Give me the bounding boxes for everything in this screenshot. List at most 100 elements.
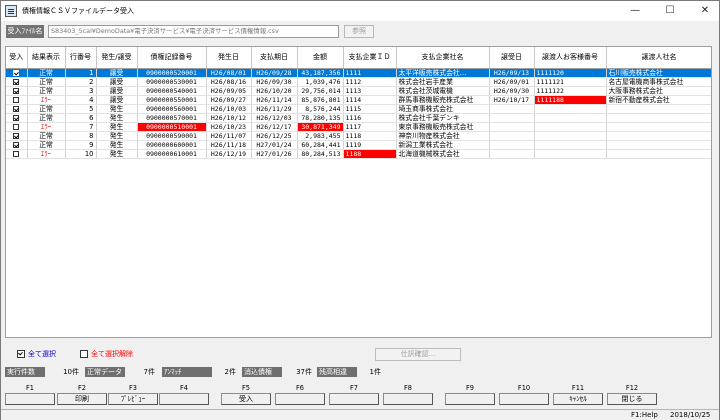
cell-assign-date: H26/09/30 xyxy=(489,86,535,96)
column-header[interactable]: 受入 xyxy=(6,47,28,69)
cell-line: 4 xyxy=(65,95,97,105)
cell-line: 7 xyxy=(65,122,97,132)
checkbox-icon[interactable] xyxy=(13,96,20,103)
stat-value-unmatched: 2件 xyxy=(224,368,236,376)
column-header[interactable]: 支払企業ＩＤ xyxy=(343,47,397,69)
data-grid[interactable]: 受入 結果表示 行番号 発生/譲受 債権記録番号 発生日 支払期日 金額 支払企業ＩＤ 支払企業社… xyxy=(5,46,712,338)
cell-type: 発生 xyxy=(96,140,138,150)
table-row[interactable]: 正常 2 譲受 0900000530001 H26/08/16 H26/09/30 1,03… xyxy=(6,77,711,87)
cell-issue: H26/12/19 xyxy=(206,149,252,159)
cell-due: H26/10/20 xyxy=(251,86,298,96)
column-header[interactable]: 支払期日 xyxy=(251,47,298,69)
checkbox-icon[interactable] xyxy=(13,123,20,130)
browse-button[interactable]: 参照 xyxy=(344,25,374,38)
stat-label-balance-diff: 残高相違 xyxy=(317,367,357,377)
cell-record: 0900000540001 xyxy=(137,86,207,96)
maximize-icon[interactable]: ☐ xyxy=(656,1,684,21)
checkbox-icon[interactable] xyxy=(13,132,20,139)
fkey-button-f6[interactable] xyxy=(275,393,325,405)
checkbox-icon[interactable] xyxy=(80,350,88,358)
checkbox-icon[interactable] xyxy=(13,105,20,112)
column-header[interactable]: 譲受日 xyxy=(489,47,535,69)
cell-amount: 78,280,135 xyxy=(297,113,344,123)
fkey-button-f7[interactable] xyxy=(329,393,379,405)
table-row[interactable]: 正常 5 発生 0900000560001 H26/10/03 H26/11/29 8,57… xyxy=(6,104,711,114)
cell-assignor-no xyxy=(534,122,607,132)
checkbox-icon[interactable] xyxy=(13,114,20,121)
cell-due: H27/01/24 xyxy=(251,140,298,150)
fkey-button-f11[interactable]: ｷｬﾝｾﾙ xyxy=(553,393,603,405)
column-header[interactable]: 債権記録番号 xyxy=(137,47,207,69)
cell-line: 1 xyxy=(65,68,97,78)
row-accept-cell xyxy=(6,95,28,105)
column-header[interactable]: 譲渡人お客様番号 xyxy=(534,47,607,69)
row-accept-cell xyxy=(6,68,28,78)
cell-due: H26/11/29 xyxy=(251,104,298,114)
table-row[interactable]: 正常 3 譲受 0900000540001 H26/09/05 H26/10/20 29,7… xyxy=(6,86,711,96)
cell-assignor: 名古屋電機商事株式会社 xyxy=(606,77,711,87)
cell-line: 9 xyxy=(65,140,97,150)
fkey-button-f2[interactable]: 印刷 xyxy=(57,393,107,405)
app-icon xyxy=(5,5,17,17)
close-icon[interactable]: ✕ xyxy=(691,1,719,21)
fkey-button-f4[interactable] xyxy=(159,393,209,405)
fkey-button-f8[interactable] xyxy=(383,393,433,405)
cell-line: 8 xyxy=(65,131,97,141)
stat-label-normal: 正常データ xyxy=(85,367,125,377)
table-row[interactable]: 正常 8 発生 0900000590001 H26/11/07 H26/12/25 2,98… xyxy=(6,131,711,141)
column-header[interactable]: 支払企業社名 xyxy=(396,47,490,69)
stat-value-normal: 7件 xyxy=(143,368,155,376)
fkey-button-f3[interactable]: ﾌﾟﾚﾋﾞｭｰ xyxy=(108,393,158,405)
cell-assignor-no xyxy=(534,131,607,141)
fkey-button-f9[interactable] xyxy=(445,393,495,405)
cell-line: 6 xyxy=(65,113,97,123)
cell-payer-id: 1117 xyxy=(343,122,397,132)
minimize-icon[interactable]: — xyxy=(621,1,649,21)
column-header[interactable]: 行番号 xyxy=(65,47,97,69)
fkey-button-f10[interactable] xyxy=(499,393,549,405)
column-header[interactable]: 発生/譲受 xyxy=(96,47,138,69)
journal-confirm-button[interactable]: 仕訳確認... xyxy=(375,348,461,361)
column-header[interactable]: 発生日 xyxy=(206,47,252,69)
cell-type: 発生 xyxy=(96,113,138,123)
checkbox-icon[interactable] xyxy=(17,350,25,358)
cell-payer: 新潟工業株式会社 xyxy=(396,140,490,150)
status-date: 2018/10/25 xyxy=(670,411,711,419)
cell-payer: 太平洋販売株式会社… xyxy=(396,68,490,78)
file-path-input[interactable]: S83403_5cal¥DemoData¥電子決済サービス¥電子決済サービス債権… xyxy=(48,25,339,38)
stat-label-unmatched: ｱﾝﾏｯﾁ xyxy=(162,367,212,377)
checkbox-icon[interactable] xyxy=(13,69,20,76)
checkbox-icon[interactable] xyxy=(13,78,20,85)
deselect-all-label: 全て選択解除 xyxy=(91,350,133,358)
cell-assignor-no: 1111122 xyxy=(534,86,607,96)
checkbox-icon[interactable] xyxy=(13,150,20,157)
cell-assignor-no: 1111188 xyxy=(534,95,607,105)
table-row[interactable]: 正常 1 譲受 0900000520001 H26/08/01 H26/09/28 43,1… xyxy=(6,68,711,78)
row-accept-cell xyxy=(6,77,28,87)
cell-record: 0900000610001 xyxy=(137,149,207,159)
stat-value-balance-diff: 1件 xyxy=(369,368,381,376)
cell-type: 譲受 xyxy=(96,68,138,78)
cell-type: 譲受 xyxy=(96,86,138,96)
deselect-all-checkbox[interactable]: 全て選択解除 xyxy=(80,349,133,359)
table-row[interactable]: ｴﾗｰ 7 発生 0900000510001 H26/10/23 H26/12/17 30,… xyxy=(6,122,711,132)
table-row[interactable]: 正常 9 発生 0900000600001 H26/11/18 H27/01/24 60,2… xyxy=(6,140,711,150)
table-row[interactable]: 正常 6 発生 0900000570001 H26/10/12 H26/12/03 78,2… xyxy=(6,113,711,123)
column-header[interactable]: 譲渡人社名 xyxy=(606,47,711,69)
fkey-button-f5[interactable]: 受入 xyxy=(221,393,271,405)
select-all-checkbox[interactable]: 全て選択 xyxy=(17,349,56,359)
cell-assignor xyxy=(606,140,711,150)
fkey-number: F6 xyxy=(296,384,304,392)
cell-assign-date xyxy=(489,122,535,132)
table-row[interactable]: ｴﾗｰ 10 発生 0900000610001 H26/12/19 H27/01/26 80… xyxy=(6,149,711,159)
cell-assign-date xyxy=(489,140,535,150)
column-header[interactable]: 金額 xyxy=(297,47,344,69)
fkey-button-f12[interactable]: 閉じる xyxy=(607,393,657,405)
table-row[interactable]: ｴﾗｰ 4 譲受 0900000550001 H26/09/27 H26/11/14 85,… xyxy=(6,95,711,105)
fkey-button-f1[interactable] xyxy=(5,393,55,405)
cell-type: 譲受 xyxy=(96,95,138,105)
checkbox-icon[interactable] xyxy=(13,87,20,94)
checkbox-icon[interactable] xyxy=(13,141,20,148)
column-header[interactable]: 結果表示 xyxy=(27,47,66,69)
stat-value-cleared: 37件 xyxy=(296,368,312,376)
